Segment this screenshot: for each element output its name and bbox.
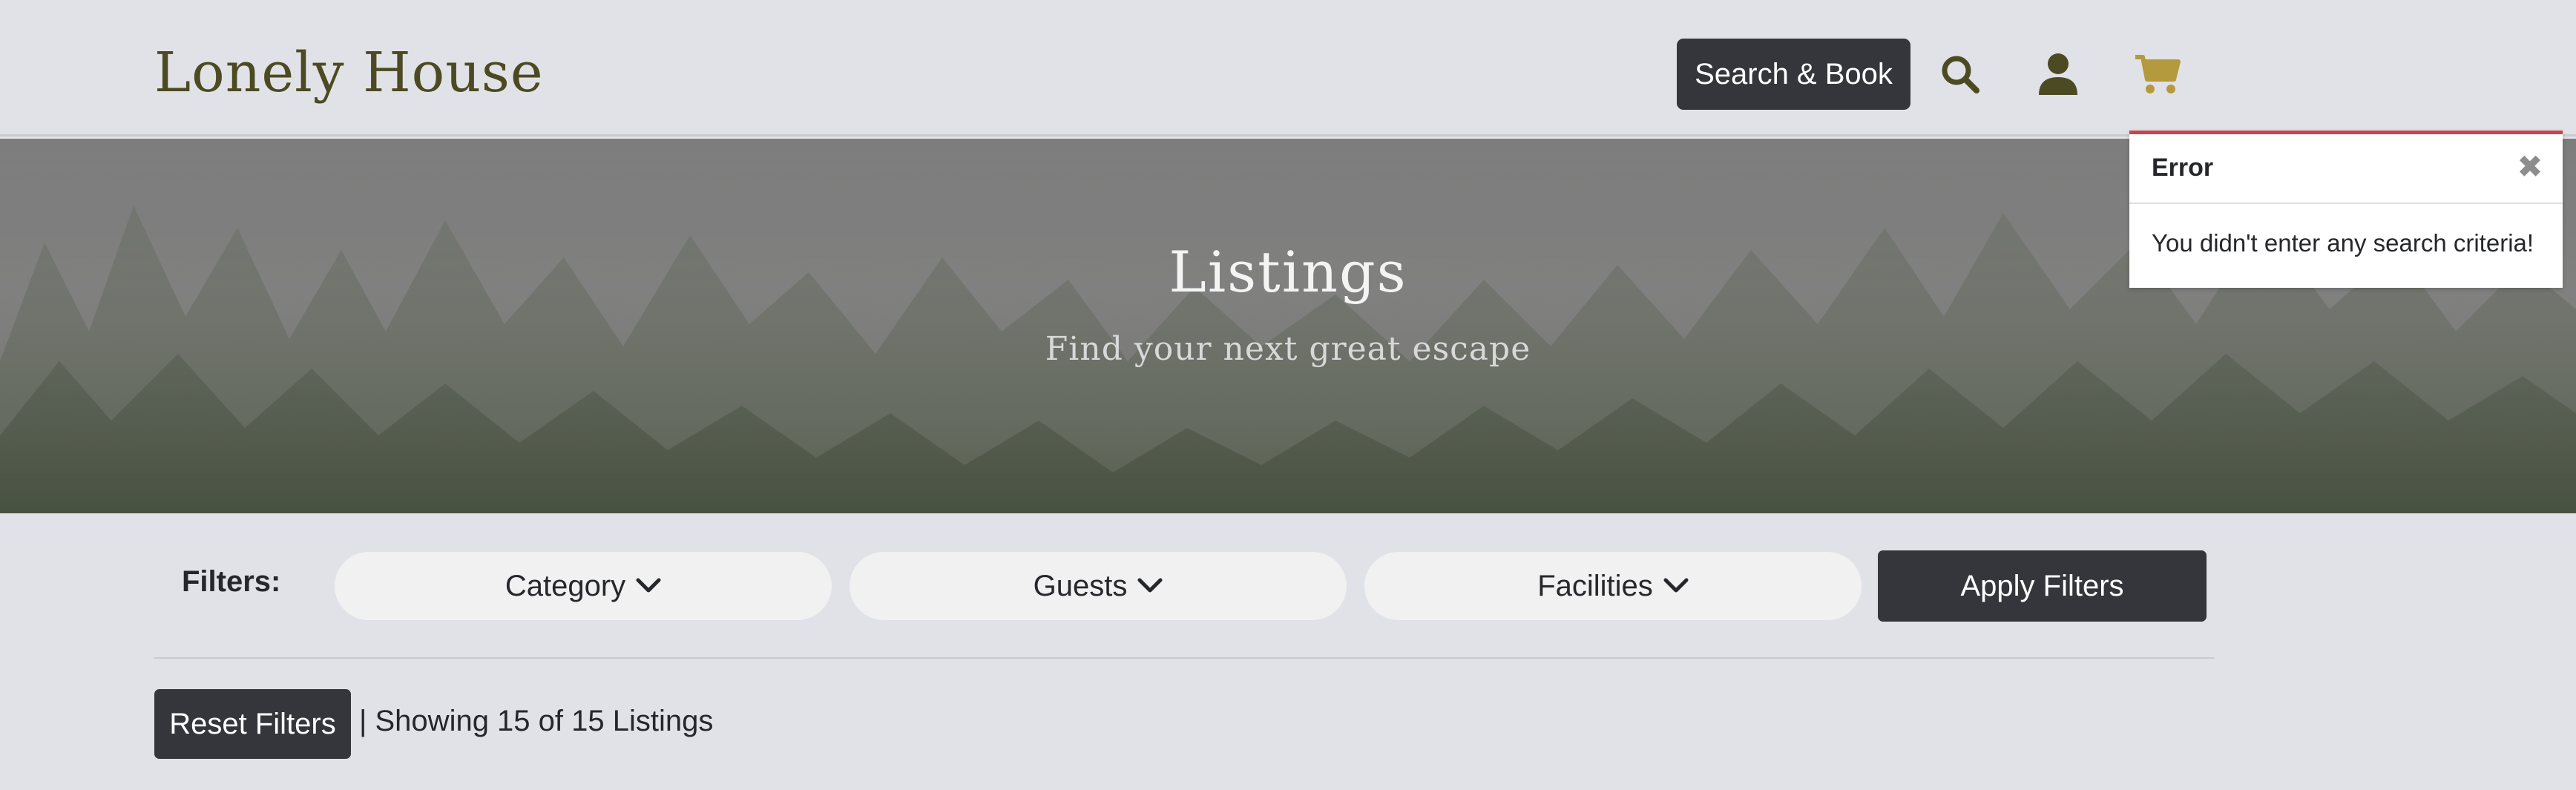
reset-filters-button[interactable]: Reset Filters: [154, 689, 351, 759]
divider: [154, 657, 2214, 659]
toast-title: Error: [2152, 154, 2214, 182]
filters-label: Filters:: [182, 565, 281, 598]
close-icon[interactable]: ✖: [2514, 151, 2546, 183]
category-dropdown-label: Category: [505, 569, 626, 602]
toast-header: Error ✖: [2129, 134, 2563, 204]
search-and-book-button[interactable]: Search & Book: [1677, 39, 1910, 110]
cart-icon[interactable]: [2128, 45, 2187, 104]
site-header: Lonely House Search & Book: [0, 0, 2576, 136]
page-subtitle: Find your next great escape: [1045, 330, 1531, 368]
chevron-down-icon: [1663, 578, 1689, 593]
chevron-down-icon: [636, 578, 661, 593]
facilities-dropdown-label: Facilities: [1537, 569, 1653, 602]
apply-filters-button[interactable]: Apply Filters: [1878, 550, 2207, 622]
error-toast: Error ✖ You didn't enter any search crit…: [2129, 131, 2563, 288]
user-icon[interactable]: [2028, 45, 2088, 104]
category-dropdown[interactable]: Category: [335, 552, 832, 620]
toast-message: You didn't enter any search criteria!: [2152, 229, 2534, 257]
brand-logo[interactable]: Lonely House: [154, 33, 544, 113]
results-count: | Showing 15 of 15 Listings: [359, 705, 714, 737]
facilities-dropdown[interactable]: Facilities: [1364, 552, 1862, 620]
guests-dropdown[interactable]: Guests: [850, 552, 1347, 620]
chevron-down-icon: [1137, 578, 1163, 593]
guests-dropdown-label: Guests: [1033, 569, 1128, 602]
search-icon[interactable]: [1931, 45, 1990, 104]
